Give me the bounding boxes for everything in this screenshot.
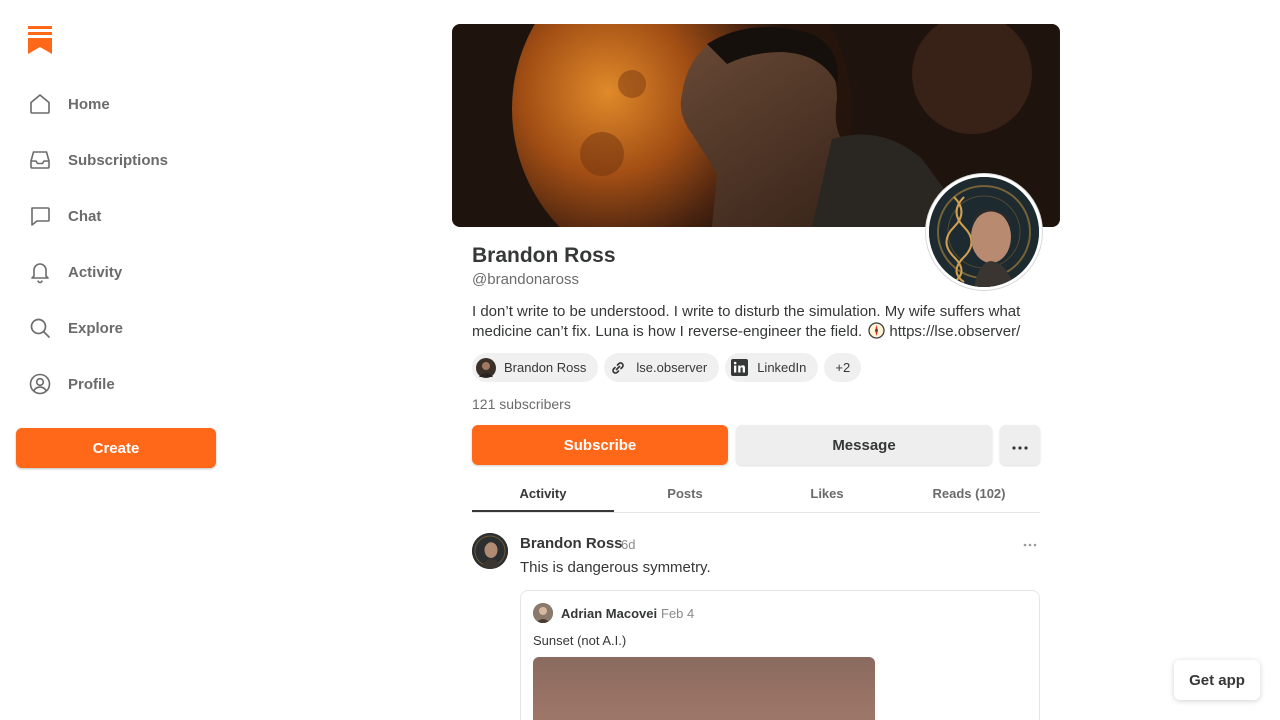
quoted-post[interactable]: Adrian Macovei Feb 4 Sunset (not A.I.) bbox=[520, 590, 1040, 720]
sidebar-item-activity[interactable]: Activity bbox=[16, 250, 216, 294]
link-icon bbox=[608, 358, 628, 378]
tab-reads[interactable]: Reads (102) bbox=[898, 477, 1040, 512]
sidebar-item-explore[interactable]: Explore bbox=[16, 306, 216, 350]
post-author-name[interactable]: Brandon Ross bbox=[520, 535, 623, 552]
bell-icon bbox=[28, 260, 52, 284]
profile-bio: I don’t write to be understood. I write … bbox=[472, 302, 1042, 342]
chat-bubble-icon bbox=[28, 204, 52, 228]
create-button[interactable]: Create bbox=[16, 428, 216, 468]
inbox-icon bbox=[28, 148, 52, 172]
more-options-button[interactable] bbox=[1000, 425, 1040, 465]
post-menu-button[interactable] bbox=[1020, 533, 1040, 553]
sidebar-item-profile[interactable]: Profile bbox=[16, 362, 216, 406]
sidebar-item-label: Chat bbox=[68, 207, 102, 225]
chip-label: lse.observer bbox=[636, 360, 708, 375]
chip-profile[interactable]: Brandon Ross bbox=[472, 353, 599, 382]
more-horizontal-icon bbox=[1012, 438, 1028, 453]
tab-likes[interactable]: Likes bbox=[756, 477, 898, 512]
tab-posts[interactable]: Posts bbox=[614, 477, 756, 512]
sidebar-item-label: Activity bbox=[68, 263, 123, 281]
linkedin-icon bbox=[729, 358, 749, 378]
subscriber-count: 121 subscribers bbox=[472, 396, 571, 412]
substack-logo-icon[interactable] bbox=[28, 26, 52, 54]
profile-name: Brandon Ross bbox=[472, 244, 616, 267]
sidebar-item-subscriptions[interactable]: Subscriptions bbox=[16, 138, 216, 182]
chip-website[interactable]: lse.observer bbox=[604, 353, 720, 382]
post-author-avatar[interactable] bbox=[472, 533, 508, 569]
bio-link[interactable]: https://lse.observer/ bbox=[889, 323, 1020, 340]
profile-handle: @brandonaross bbox=[472, 271, 579, 288]
chip-more[interactable]: +2 bbox=[824, 353, 862, 382]
chip-label: LinkedIn bbox=[757, 360, 807, 375]
sidebar-item-label: Explore bbox=[68, 319, 124, 337]
user-circle-icon bbox=[28, 372, 52, 396]
sidebar-item-home[interactable]: Home bbox=[16, 82, 216, 126]
quote-timestamp: Feb 4 bbox=[661, 606, 695, 621]
home-icon bbox=[28, 92, 52, 116]
quote-image bbox=[533, 657, 875, 720]
quote-text: Sunset (not A.I.) bbox=[533, 633, 627, 648]
post-text: This is dangerous symmetry. bbox=[520, 559, 711, 576]
post-timestamp: 6d bbox=[621, 537, 636, 552]
profile-links: Brandon Ross lse.observer LinkedIn +2 bbox=[472, 353, 862, 382]
avatar-icon bbox=[476, 357, 496, 378]
more-horizontal-icon bbox=[1023, 534, 1037, 552]
quote-author-name: Adrian Macovei bbox=[561, 606, 658, 621]
sidebar-item-chat[interactable]: Chat bbox=[16, 194, 216, 238]
search-icon bbox=[28, 316, 52, 340]
profile-avatar[interactable] bbox=[926, 174, 1042, 290]
sidebar-item-label: Home bbox=[68, 95, 110, 113]
sidebar-item-label: Profile bbox=[68, 375, 115, 393]
chip-label: Brandon Ross bbox=[504, 360, 587, 375]
chip-linkedin[interactable]: LinkedIn bbox=[725, 353, 819, 382]
tab-activity[interactable]: Activity bbox=[472, 477, 614, 512]
subscribe-button[interactable]: Subscribe bbox=[472, 425, 728, 465]
compass-icon bbox=[868, 322, 886, 339]
profile-tabs: Activity Posts Likes Reads (102) bbox=[472, 477, 1040, 513]
quote-author-avatar bbox=[533, 603, 553, 623]
message-button[interactable]: Message bbox=[736, 425, 992, 465]
sidebar-item-label: Subscriptions bbox=[68, 151, 169, 169]
sidebar: Home Subscriptions Chat Activity Explore… bbox=[0, 0, 240, 720]
get-app-button[interactable]: Get app bbox=[1174, 660, 1260, 700]
